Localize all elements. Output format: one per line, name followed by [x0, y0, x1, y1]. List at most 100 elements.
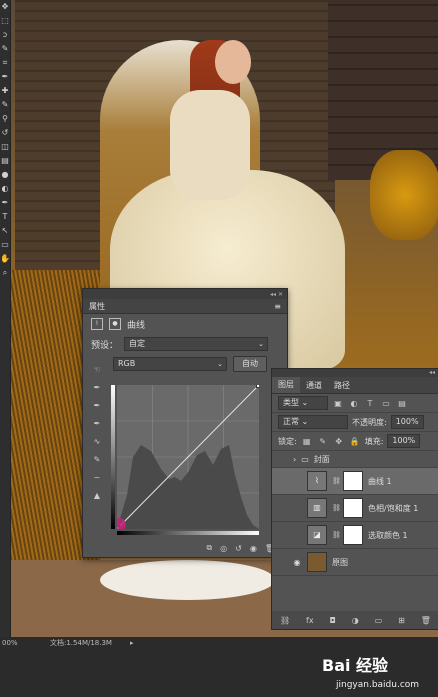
fill-field[interactable]: 100% [387, 434, 421, 448]
path-select-icon[interactable]: ↖ [0, 224, 10, 238]
preset-label: 预设： [91, 340, 119, 351]
smart-filter-icon[interactable]: ▤ [396, 399, 408, 408]
curves-chart[interactable] [112, 382, 262, 532]
blend-row: 正常 ⌄ 不透明度: 100% [272, 413, 438, 432]
eraser-icon[interactable]: ◫ [0, 140, 10, 154]
black-point-eyedropper-icon[interactable]: ✒ [89, 383, 105, 401]
kind-filter-select[interactable]: 类型 ⌄ [278, 396, 328, 410]
shape-icon[interactable]: ▭ [0, 238, 10, 252]
fx-icon[interactable]: fx [306, 616, 314, 625]
properties-footer: ⧉ ◎ ↺ ◉ 🗑 [83, 539, 287, 557]
delete-layer-icon[interactable]: 🗑 [421, 616, 431, 625]
layer-name: 原图 [332, 557, 348, 567]
adjustment-icon: ▥ [307, 498, 327, 518]
zoom-icon[interactable]: ⌕ [0, 266, 10, 280]
input-gradient [117, 531, 259, 535]
torso [170, 90, 250, 200]
layers-panel: ◂◂ 图层 通道 路径 类型 ⌄ ▣ ◐ T ▭ ▤ 正常 ⌄ 不透明度: 10… [271, 368, 438, 630]
lasso-icon[interactable]: ↄ [0, 28, 10, 42]
layer-row[interactable]: ⌇ ⛓ 曲线 1 [272, 468, 438, 495]
lock-label: 锁定: [278, 436, 297, 446]
history-brush-icon[interactable]: ↺ [0, 126, 10, 140]
pen-icon[interactable]: ✒ [0, 196, 10, 210]
new-layer-icon[interactable]: ⊞ [398, 616, 405, 625]
on-image-adjust-icon[interactable]: ☜ [89, 365, 105, 383]
smooth-icon[interactable]: ~ [89, 473, 105, 491]
adjustment-layer-icon[interactable]: ◑ [352, 616, 359, 625]
layer-mask-thumbnail[interactable] [343, 471, 363, 491]
lock-move-icon[interactable]: ✥ [333, 437, 345, 446]
view-previous-icon[interactable]: ◎ [220, 544, 227, 553]
collapse-icon[interactable]: ◂◂ ✕ [270, 291, 283, 298]
link-icon[interactable]: ⛓ [332, 531, 341, 539]
type-icon[interactable]: T [0, 210, 10, 224]
tab-paths[interactable]: 路径 [328, 380, 356, 391]
clipping-warning-icon[interactable]: ▲ [89, 491, 105, 509]
expand-arrow-icon[interactable]: ▸ [130, 637, 134, 649]
panel-menu-icon[interactable]: ≡ [274, 302, 281, 311]
opacity-field[interactable]: 100% [390, 415, 424, 429]
tab-layers[interactable]: 图层 [272, 377, 300, 393]
quick-select-icon[interactable]: ✎ [0, 42, 10, 56]
marquee-icon[interactable]: ⬚ [0, 14, 10, 28]
move-icon[interactable]: ✥ [0, 0, 10, 14]
link-layers-icon[interactable]: ⛓ [280, 616, 290, 625]
curve-point[interactable] [256, 382, 262, 388]
curve-point-icon[interactable]: ∿ [89, 437, 105, 455]
layer-mask-thumbnail[interactable] [343, 498, 363, 518]
layer-row[interactable]: ▥ ⛓ 色相/饱和度 1 [272, 495, 438, 522]
link-icon[interactable]: ⛓ [332, 477, 341, 485]
add-mask-icon[interactable]: ◘ [330, 616, 336, 625]
eyedropper-icon[interactable]: ✒ [0, 70, 10, 84]
lock-all-icon[interactable]: 🔒 [349, 437, 361, 446]
layer-row[interactable]: ◪ ⛓ 选取颜色 1 [272, 522, 438, 549]
auto-button[interactable]: 自动 [233, 356, 267, 372]
reset-icon[interactable]: ↺ [235, 544, 242, 553]
gradient-icon[interactable]: ▤ [0, 154, 10, 168]
tab-channels[interactable]: 通道 [300, 380, 328, 391]
layer-mask-thumbnail[interactable] [343, 525, 363, 545]
healing-icon[interactable]: ✚ [0, 84, 10, 98]
visibility-icon[interactable]: ◉ [250, 544, 257, 553]
lock-brush-icon[interactable]: ✎ [317, 437, 329, 446]
blur-icon[interactable]: ● [0, 168, 10, 182]
layer-row[interactable]: ◉ 原图 [272, 549, 438, 576]
document-info[interactable]: 文档:1.54M/18.3M [50, 637, 112, 649]
adjust-filter-icon[interactable]: ◐ [348, 399, 360, 408]
link-icon[interactable]: ⛓ [332, 504, 341, 512]
pencil-icon[interactable]: ✎ [89, 455, 105, 473]
layer-thumbnail [307, 552, 327, 572]
clip-layer-icon[interactable]: ⧉ [206, 543, 212, 553]
preset-select[interactable]: 自定 ⌄ [124, 337, 269, 351]
curves-graph[interactable] [112, 382, 262, 532]
lock-pixels-icon[interactable]: ▦ [301, 437, 313, 446]
zoom-level[interactable]: 00% [2, 637, 18, 649]
brush-icon[interactable]: ✎ [0, 98, 10, 112]
chevron-down-icon: ⌄ [258, 340, 265, 348]
channel-select[interactable]: RGB ⌄ [113, 357, 227, 371]
group-icon[interactable]: ▭ [375, 616, 383, 625]
mask-icon[interactable]: ● [109, 318, 121, 330]
layer-row[interactable]: › ▭ 封面 [272, 451, 438, 468]
panel-header: ◂◂ [272, 369, 438, 377]
layers-footer: ⛓ fx ◘ ◑ ▭ ⊞ 🗑 [272, 611, 438, 629]
shape-filter-icon[interactable]: ▭ [380, 399, 392, 408]
gray-point-eyedropper-icon[interactable]: ✒ [89, 401, 105, 419]
clone-stamp-icon[interactable]: ⚲ [0, 112, 10, 126]
channel-value: RGB [118, 359, 136, 368]
opacity-label: 不透明度: [352, 417, 387, 427]
blend-mode-select[interactable]: 正常 ⌄ [278, 415, 348, 429]
properties-tab[interactable]: 属性 ≡ [83, 299, 287, 314]
expand-arrow-icon[interactable]: › [293, 455, 296, 464]
white-point-eyedropper-icon[interactable]: ✒ [89, 419, 105, 437]
crop-icon[interactable]: ⌗ [0, 56, 10, 70]
dodge-icon[interactable]: ◐ [0, 182, 10, 196]
hand-icon[interactable]: ✋ [0, 252, 10, 266]
layer-name: 曲线 1 [368, 476, 392, 486]
type-filter-icon[interactable]: T [364, 399, 376, 408]
pixel-filter-icon[interactable]: ▣ [332, 399, 344, 408]
panel-type-label: 曲线 [127, 320, 146, 331]
curves-adjust-icon: ⌇ [91, 318, 103, 330]
adjustment-icon: ⌇ [307, 471, 327, 491]
visibility-eye-icon[interactable]: ◉ [292, 558, 302, 567]
